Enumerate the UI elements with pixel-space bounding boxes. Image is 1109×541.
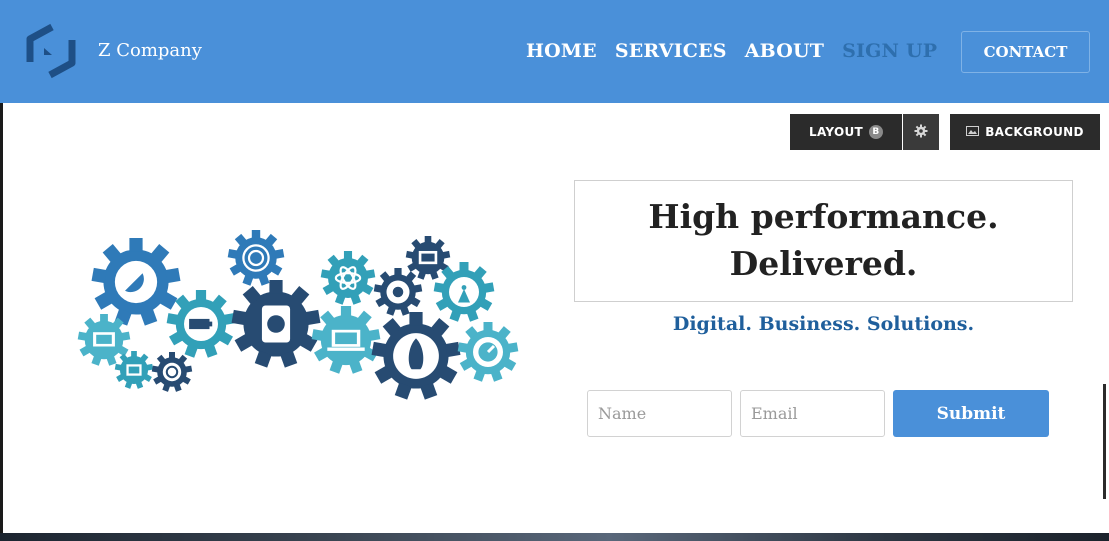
brand-name[interactable]: Z Company [98,40,202,61]
background-button[interactable]: BACKGROUND [950,114,1100,150]
target-icon [151,352,193,392]
hard-drive-icon [231,280,321,368]
antenna-icon [433,262,495,322]
site-header: Z Company HOME SERVICES ABOUT SIGN UP CO… [0,0,1109,103]
atom-icon [320,251,376,305]
layout-button[interactable]: LAYOUT B [790,114,902,150]
scrollbar[interactable] [1103,384,1106,499]
main-nav: HOME SERVICES ABOUT SIGN UP [526,40,937,62]
fingerprint-icon [227,230,285,286]
gear-icon [914,124,928,141]
settings-button[interactable] [903,114,939,150]
image-icon [966,125,980,139]
contact-button[interactable]: CONTACT [961,31,1090,73]
headline-line-2: Delivered. [729,244,918,283]
nav-about[interactable]: ABOUT [745,40,824,62]
screen-icon [114,351,154,389]
nav-sign-up[interactable]: SIGN UP [842,40,937,62]
rocket-icon [371,312,461,400]
gears-illustration [77,230,519,400]
gauge-icon [457,322,519,382]
headline-box: High performance. Delivered. [574,180,1073,302]
layout-badge: B [868,125,883,139]
webcam-icon [373,268,423,316]
nav-home[interactable]: HOME [526,40,597,62]
satellite-icon [91,238,181,326]
battery-icon [166,290,236,358]
name-field[interactable] [587,390,732,437]
page-left-edge [0,103,3,541]
layout-label: LAYOUT [809,125,863,139]
nav-services[interactable]: SERVICES [615,40,727,62]
laptop-icon [311,306,381,374]
logo-icon[interactable] [22,22,80,80]
background-label: BACKGROUND [985,125,1084,139]
tagline: Digital. Business. Solutions. [672,313,975,335]
submit-button[interactable]: Submit [893,390,1049,437]
email-field[interactable] [740,390,885,437]
background-image-strip [0,533,1109,541]
headline-line-1: High performance. [648,197,999,236]
